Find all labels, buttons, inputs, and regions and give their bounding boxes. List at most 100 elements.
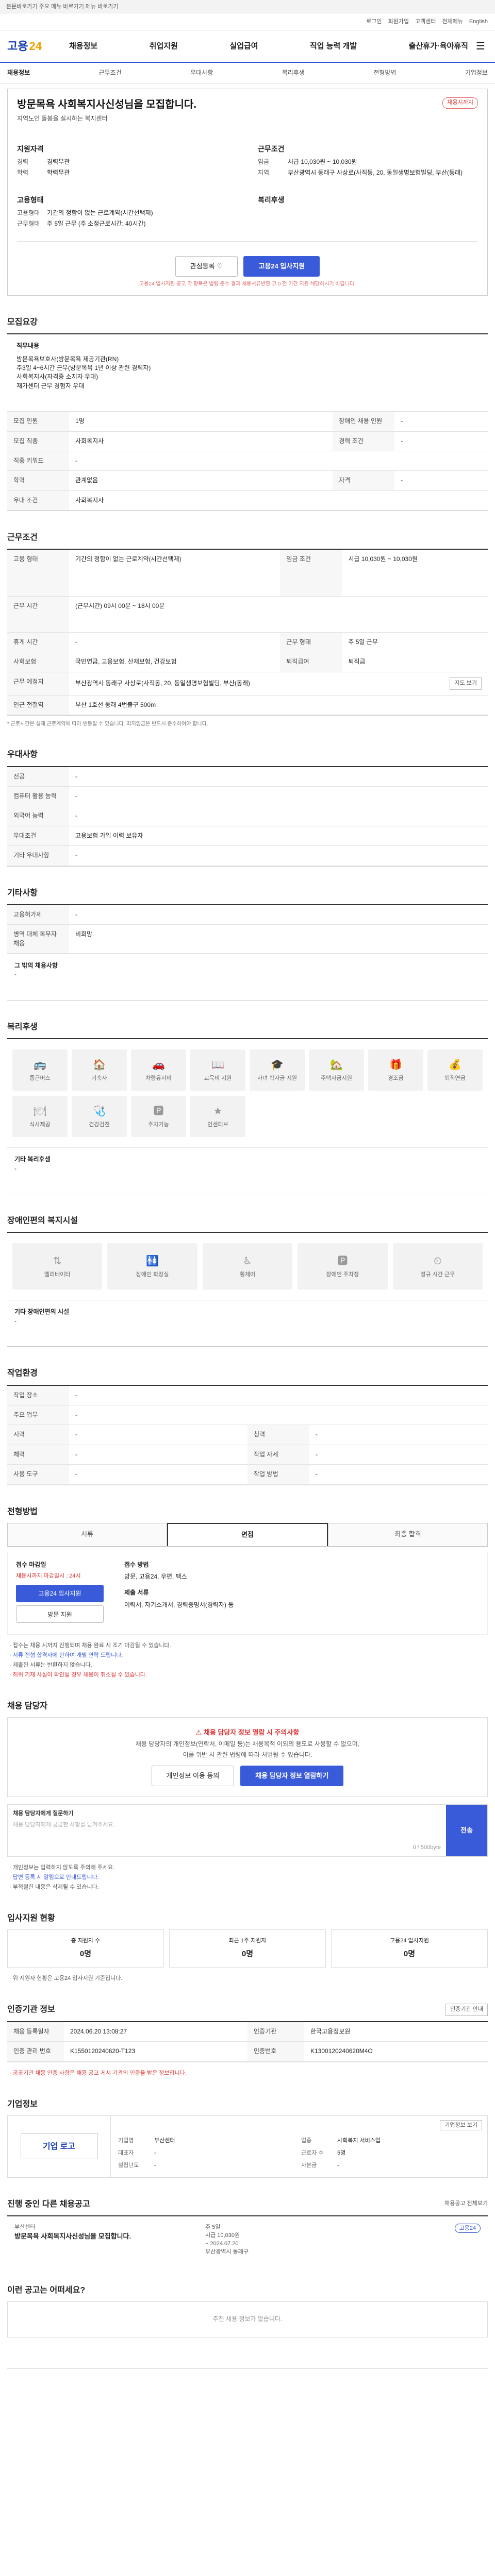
gnb-item-jobs[interactable]: 채용정보 [69,41,97,52]
cell-head: 근무 형태 [280,632,342,653]
cell: - [69,786,488,807]
anchor-recruit[interactable]: 채용정보 [7,69,30,77]
welfare-label: 건강검진 [89,1121,110,1128]
cell-head: 우대조건 [7,826,69,846]
reco-section: 이런 공고는 어떠세요? 추천 채용 정보가 없습니다. [7,2284,488,2337]
top-utility-bar: 로그인 회원가입 고객센터 전체메뉴 English [0,13,495,31]
welfare-item: 🎁 경조금 [368,1049,423,1091]
top-link-allmenu[interactable]: 전체메뉴 [442,18,463,26]
anchor-work[interactable]: 근무조건 [99,69,122,77]
cell: 사회복지사 [69,431,333,452]
other-title[interactable]: 방문목욕 사회복지사신성님을 모집합니다. [14,2232,198,2242]
methods-text: 방문, 고용24, 우편, 팩스 [124,1572,187,1580]
job-desc-title: 직무내용 [16,342,40,350]
cert-info-button[interactable]: 인증기관 안내 [446,2004,488,2016]
gnb-item-support[interactable]: 취업지원 [150,41,178,52]
top-link-help[interactable]: 고객센터 [415,18,436,26]
gnb-item-training[interactable]: 직업 능력 개발 [310,41,357,52]
section-title: 이런 공고는 어떠세요? [7,2285,86,2295]
bus-icon: 🚌 [34,1059,46,1071]
other-job-card[interactable]: 부산센터 방문목욕 사회복지사신성님을 모집합니다. 주 5일 시급 10,030… [7,2215,488,2264]
facility-item: 🚻 장애인 화장실 [107,1243,197,1290]
question-textarea[interactable]: 채용 담당자에게 질문하기 채용 담당자에게 궁금한 사항을 남겨주세요. 0 … [8,1805,446,1856]
etc-body: - [14,971,16,978]
welfare-section: 복리후생 🚌 통근버스 🏠 기숙사 🚗 차량유지비 📖 교육비 지원 🎓 자녀 학자금 지… [7,1021,488,1195]
restroom-icon: 🚻 [146,1255,159,1267]
note-line: · 공공기관 채용 인증 사항은 채용 공고 게시 기관의 인증을 받은 정보입… [9,2070,187,2076]
info-value: 부산센터 [154,2137,175,2144]
view-all-link[interactable]: 채용공고 전체보기 [444,2200,488,2208]
anchor-pref[interactable]: 우대사항 [190,69,213,77]
company-info-button[interactable]: 기업정보 보기 [440,2120,482,2130]
cell-head: 우대 조건 [7,490,69,511]
kv-value: 학력무관 [47,169,70,177]
health-icon: 🩺 [93,1105,106,1117]
visit-apply-button[interactable]: 방문 지원 [16,1605,104,1623]
etc-head: 기타 장애인편의 시설 [14,1308,70,1316]
top-link-login[interactable]: 로그인 [366,18,382,26]
welfare-label: 차량유지비 [145,1075,172,1081]
apply-button[interactable]: 고용24 입사지원 [243,256,320,277]
question-submit-button[interactable]: 전송 [446,1805,487,1857]
disabled-etc: 기타 장애인편의 시설 - [7,1300,488,1346]
selection-steps: 서류 면접 최종 합격 [7,1522,488,1547]
map-button[interactable]: 지도 보기 [450,677,482,690]
step-final[interactable]: 최종 합격 [328,1522,488,1546]
hamburger-menu-icon[interactable]: ☰ [473,39,488,54]
site-logo[interactable]: 고용 24 [7,38,69,55]
cell-head: 사용 도구 [7,1464,69,1485]
summary-right: 근무조건 임금 시급 10,030원 ~ 10,030원 지역 부산광역시 동래구 … [258,139,478,230]
cell-head: 경력 조건 [333,431,395,452]
note-line: · 부적절한 내용은 삭제될 수 있습니다. [9,1884,99,1891]
welfare-label: 퇴직연금 [444,1075,466,1081]
consent-button[interactable]: 개인정보 이용 동의 [151,1766,235,1787]
apply-online-button[interactable]: 고용24 입사지원 [16,1584,104,1602]
note-line: · 접수는 채용 시까지 진행되며 채용 완료 시 조기 마감될 수 있습니다. [9,1642,171,1649]
cell: 한국고용정보원 [304,2022,488,2042]
docs-text: 이력서, 자기소개서, 경력증명서(경력자) 등 [124,1601,234,1608]
section-title: 모집요강 [7,318,38,327]
step-interview[interactable]: 면접 [167,1522,328,1546]
gnb-item-leave[interactable]: 출산휴가·육아휴직 [409,41,468,52]
note-line: · 답변 등록 시 알림으로 안내드립니다. [9,1874,99,1881]
gnb-item-unemployment[interactable]: 실업급여 [229,41,258,52]
welfare-item: 💰 퇴직연금 [427,1049,483,1091]
interest-button[interactable]: 관심등록 ♡ [175,256,238,277]
table-row: 모집 직종 사회복지사 경력 조건 - [7,431,488,452]
info-key: 자본금 [301,2162,317,2168]
info-value: - [154,2162,156,2168]
anchor-welfare[interactable]: 복리후생 [282,69,305,77]
cell-head: 체력 [7,1445,69,1465]
top-link-signup[interactable]: 회원가입 [388,18,408,26]
other-info: ~ 2024.07.20 [205,2240,239,2247]
welfare-item: 🅿 주차가능 [131,1096,186,1138]
cell-head: 외국어 능력 [7,806,69,826]
stat-card: 최근 1주 지원자 0명 [169,1929,326,1968]
cell-head: 직종 키워드 [7,451,69,471]
table-row: 근무 시간 (근무시간) 09시 00분 ~ 18시 00분 [7,596,488,633]
info-value: 5명 [337,2149,346,2156]
anchor-select[interactable]: 전형방법 [373,69,396,77]
section-title: 전형방법 [7,1507,38,1516]
note-line: · 서류 전형 합격자에 한하여 개별 연락 드립니다. [9,1652,123,1658]
source-badge: 고용24 [454,2223,481,2233]
cell-head: 인증 관리 번호 [7,2042,64,2062]
deadline-badge: 채용시까지 [442,97,478,109]
section-title: 진행 중인 다른 채용공고 [7,2199,90,2209]
skip-links[interactable]: 본문바로가기 주요 메뉴 바로가기 메뉴 바로가기 [0,0,495,13]
byte-counter: 0 / 500byte [412,1844,441,1851]
step-docs[interactable]: 서류 [7,1522,167,1546]
cell: K1550120240620-T123 [64,2042,248,2062]
view-contact-button[interactable]: 채용 담당자 정보 열람하기 [240,1766,344,1787]
anchor-company[interactable]: 기업정보 [465,69,488,77]
cell-head: 임금 조건 [280,550,342,597]
facility-label: 엘리베이터 [44,1271,71,1278]
gift-icon: 🎁 [389,1059,402,1071]
welfare-item: 🎓 자녀 학자금 지원 [250,1049,305,1091]
table-row: 휴게 시간 - 근무 형태 주 5일 근무 [7,632,488,653]
book-icon: 📖 [211,1059,224,1071]
welfare-label: 경조금 [388,1075,404,1081]
other-jobs-section: 진행 중인 다른 채용공고 채용공고 전체보기 부산센터 방문목욕 사회복지사신성님… [7,2198,488,2264]
top-link-english[interactable]: English [469,18,488,26]
table-row: 체력 - 작업 자세 - [7,1445,488,1465]
